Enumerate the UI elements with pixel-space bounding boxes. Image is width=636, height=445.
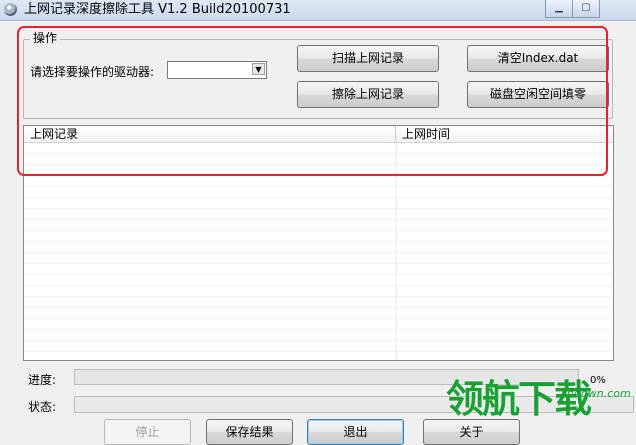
drive-select[interactable]: ▼ <box>167 61 267 79</box>
column-header-record[interactable]: 上网记录 <box>24 126 396 142</box>
stop-button[interactable]: 停止 <box>104 419 191 445</box>
watermark-url: lhdown.com <box>564 387 631 400</box>
save-results-button[interactable]: 保存结果 <box>206 419 293 445</box>
column-divider <box>396 143 397 360</box>
minimize-button[interactable]: ▁ <box>545 0 573 18</box>
group-legend: 操作 <box>30 31 61 45</box>
app-icon <box>4 3 17 16</box>
chevron-down-icon[interactable]: ▼ <box>252 63 265 75</box>
list-header: 上网记录 上网时间 <box>24 126 613 143</box>
scan-records-button[interactable]: 扫描上网记录 <box>297 45 439 72</box>
fill-free-space-button[interactable]: 磁盘空闲空间填零 <box>467 81 609 108</box>
status-label: 状态: <box>28 400 57 414</box>
erase-records-button[interactable]: 擦除上网记录 <box>297 81 439 108</box>
progress-percent: 0% <box>590 375 606 386</box>
drive-label: 请选择要操作的驱动器: <box>30 65 155 79</box>
title-bar[interactable]: 上网记录深度擦除工具 V1.2 Build20100731 ▁ ▢ <box>0 0 636 21</box>
window-title: 上网记录深度擦除工具 V1.2 Build20100731 <box>24 2 291 17</box>
maximize-button[interactable]: ▢ <box>572 0 600 18</box>
progress-label: 进度: <box>28 373 57 387</box>
clear-index-dat-button[interactable]: 清空Index.dat <box>467 45 609 72</box>
list-body[interactable] <box>24 143 613 360</box>
column-header-time[interactable]: 上网时间 <box>396 126 613 142</box>
records-list[interactable]: 上网记录 上网时间 <box>23 125 614 361</box>
about-button[interactable]: 关于 <box>423 419 520 445</box>
exit-button[interactable]: 退出 <box>307 419 404 445</box>
